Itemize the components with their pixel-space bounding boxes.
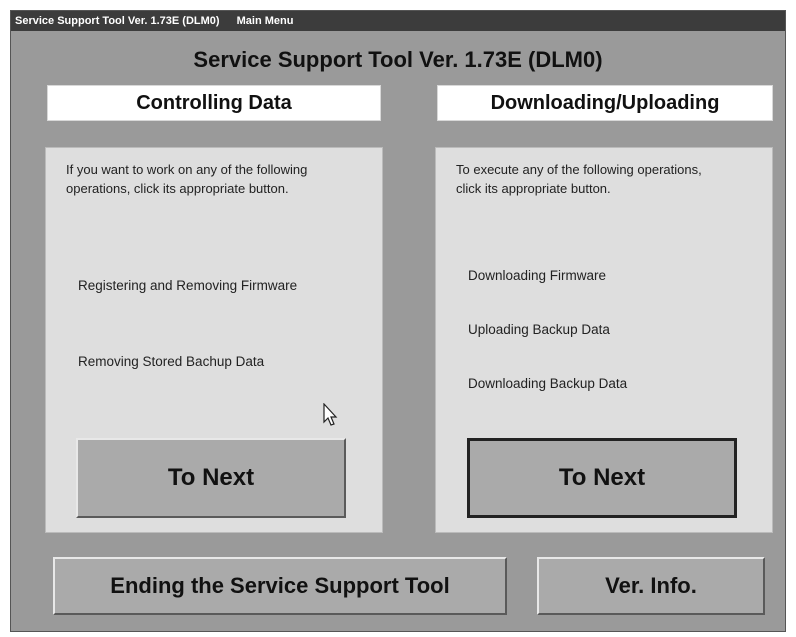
operation-uploading-backup-data: Uploading Backup Data [468, 322, 610, 337]
downloading-uploading-panel: To execute any of the following operatio… [435, 147, 773, 533]
window-titlebar[interactable]: Service Support Tool Ver. 1.73E (DLM0) M… [11, 11, 785, 31]
main-window: Service Support Tool Ver. 1.73E (DLM0) M… [10, 10, 786, 632]
version-info-button[interactable]: Ver. Info. [537, 557, 765, 615]
controlling-data-panel: If you want to work on any of the follow… [45, 147, 383, 533]
operation-downloading-backup-data: Downloading Backup Data [468, 376, 628, 391]
page-title: Service Support Tool Ver. 1.73E (DLM0) [193, 47, 603, 72]
mouse-pointer-icon [323, 403, 338, 426]
window-title: Service Support Tool Ver. 1.73E (DLM0) [15, 15, 220, 27]
operation-registering-removing-firmware: Registering and Removing Firmware [78, 278, 298, 293]
end-service-tool-button[interactable]: Ending the Service Support Tool [53, 557, 507, 615]
downloading-uploading-next-button[interactable]: To Next [467, 438, 737, 518]
downloading-uploading-intro: To execute any of the following operatio… [456, 162, 702, 196]
controlling-data-intro: If you want to work on any of the follow… [66, 162, 308, 196]
window-menu-label: Main Menu [236, 15, 294, 27]
operation-downloading-firmware: Downloading Firmware [468, 268, 607, 283]
downloading-uploading-header: Downloading/Uploading [437, 85, 773, 121]
operation-removing-stored-backup-data: Removing Stored Bachup Data [78, 354, 265, 369]
controlling-data-header: Controlling Data [47, 85, 381, 121]
controlling-data-next-button[interactable]: To Next [76, 438, 346, 518]
